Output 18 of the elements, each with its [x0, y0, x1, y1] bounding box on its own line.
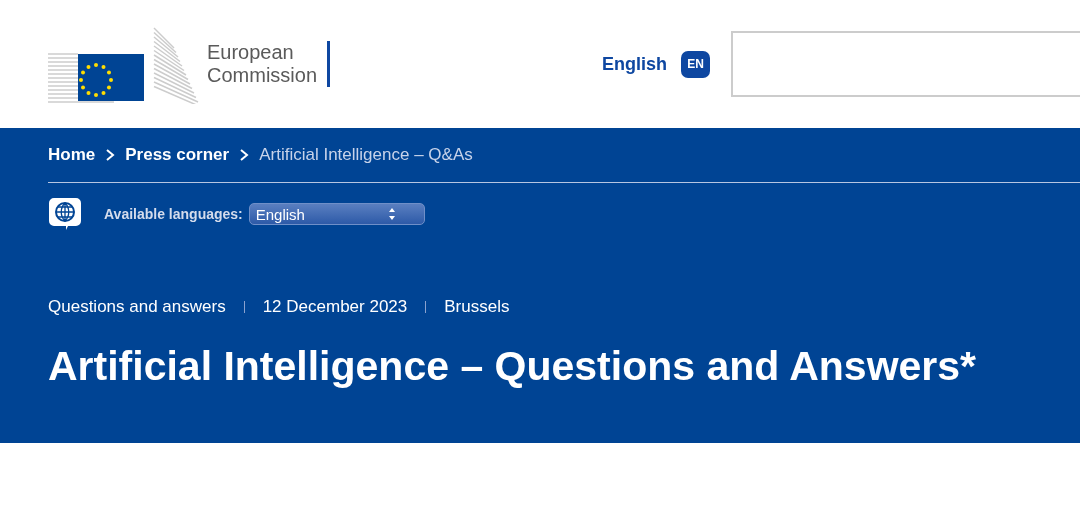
language-select[interactable]: English: [248, 203, 425, 225]
breadcrumb-link[interactable]: Home: [48, 145, 96, 165]
updown-icon: [387, 207, 396, 221]
logo-text: European: [207, 41, 295, 64]
language-link[interactable]: English: [602, 53, 668, 75]
search-field[interactable]: [731, 31, 1080, 97]
breadcrumb-current: Artificial Intelligence – Q&As: [259, 145, 473, 165]
logo-text: Commission: [207, 64, 318, 87]
breadcrumb-link[interactable]: Press corner: [125, 145, 230, 165]
meta-text: Brussels: [444, 297, 510, 317]
languages-label: Available languages:: [104, 206, 243, 222]
chevron-icon: [105, 149, 116, 161]
meta-text: Questions and answers: [48, 297, 226, 317]
page-title: Artificial Intelligence – Questions and Answers*: [48, 343, 978, 390]
chevron-icon: [239, 149, 250, 161]
globe-icon: [48, 197, 82, 231]
language-badge[interactable]: EN: [681, 50, 711, 78]
meta-text: 12 December 2023: [262, 297, 408, 317]
